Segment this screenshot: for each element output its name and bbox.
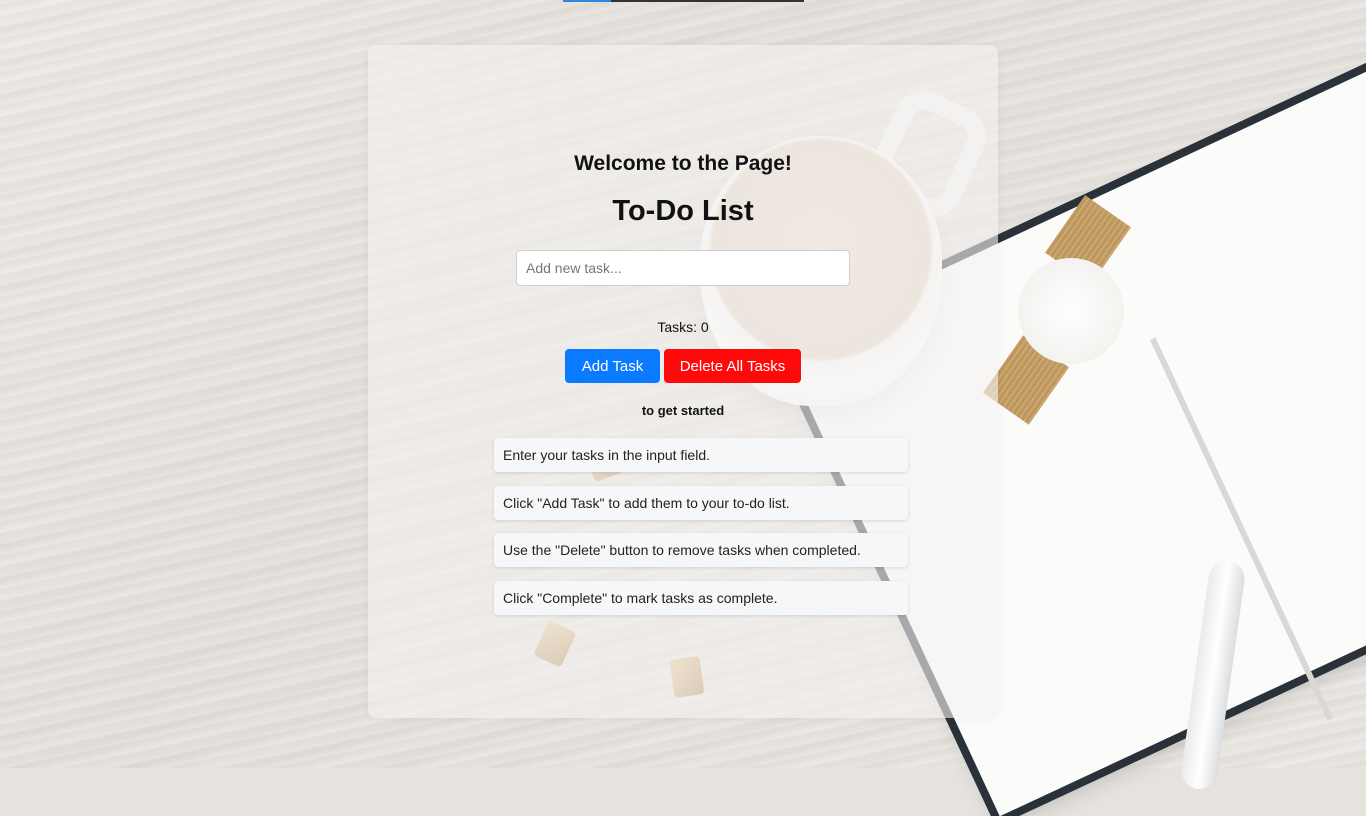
watch-decoration [1018, 258, 1124, 364]
task-counter: Tasks: 0 [657, 319, 709, 335]
delete-all-tasks-button[interactable]: Delete All Tasks [664, 349, 801, 383]
instructions-list: Enter your tasks in the input field. Cli… [494, 438, 908, 628]
page-title: To-Do List [612, 195, 754, 227]
progress-fill [563, 0, 612, 2]
new-task-input[interactable] [516, 250, 850, 286]
top-progress-bar [563, 0, 804, 2]
instruction-item: Click "Complete" to mark tasks as comple… [494, 580, 908, 615]
add-task-button[interactable]: Add Task [565, 349, 660, 383]
instruction-item: Click "Add Task" to add them to your to-… [494, 485, 908, 520]
get-started-label: to get started [641, 403, 725, 418]
instruction-item: Enter your tasks in the input field. [494, 438, 908, 472]
instruction-item: Use the "Delete" button to remove tasks … [494, 533, 908, 567]
todo-card: Welcome to the Page! To-Do List Tasks: 0… [368, 45, 998, 718]
welcome-heading: Welcome to the Page! [574, 152, 792, 175]
